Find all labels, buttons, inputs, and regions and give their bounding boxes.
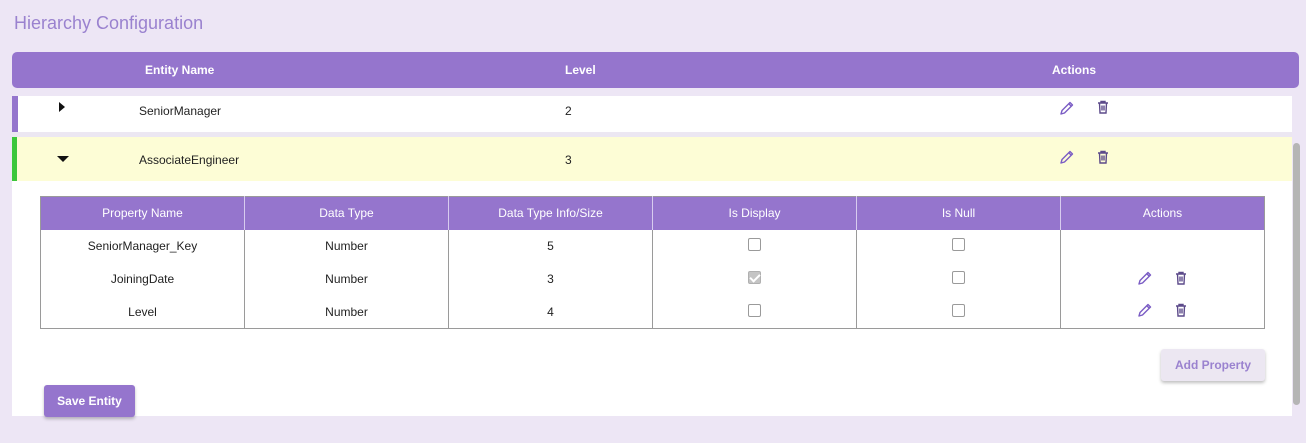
pencil-icon[interactable]: [1137, 270, 1153, 286]
entity-row[interactable]: SeniorManager 2: [12, 96, 1292, 132]
property-size: 3: [448, 262, 653, 296]
header-level: Level: [565, 63, 596, 77]
col-is-null: Is Null: [856, 196, 1061, 230]
entity-table-header: Entity Name Level Actions: [12, 52, 1299, 88]
is-null-cell: [856, 262, 1061, 296]
actions-cell: [1061, 263, 1265, 296]
header-entity-name: Entity Name: [145, 63, 215, 77]
scrollbar-thumb[interactable]: [1293, 143, 1300, 405]
is-null-checkbox[interactable]: [952, 238, 965, 252]
entity-name: AssociateEngineer: [139, 153, 240, 167]
property-type: Number: [244, 262, 449, 296]
caret-right-icon[interactable]: [59, 102, 65, 112]
trash-icon[interactable]: [1095, 99, 1111, 115]
table-row: SeniorManager_Key Number 5: [40, 229, 1265, 263]
add-property-button[interactable]: Add Property: [1161, 349, 1265, 381]
is-display-cell: [652, 295, 857, 329]
col-property-name: Property Name: [40, 196, 245, 230]
save-entity-button[interactable]: Save Entity: [44, 385, 135, 417]
trash-icon[interactable]: [1173, 270, 1189, 286]
table-row: JoiningDate Number 3: [40, 262, 1265, 296]
is-null-cell: [856, 295, 1061, 329]
actions-cell: [1061, 230, 1265, 263]
pencil-icon[interactable]: [1059, 100, 1075, 116]
header-actions: Actions: [1052, 63, 1097, 77]
property-size: 4: [448, 295, 653, 329]
col-actions: Actions: [1060, 196, 1265, 230]
is-display-cell: [652, 229, 857, 263]
trash-icon[interactable]: [1095, 149, 1111, 165]
property-name: SeniorManager_Key: [40, 229, 245, 263]
trash-icon[interactable]: [1173, 302, 1189, 318]
property-table: Property Name Data Type Data Type Info/S…: [40, 196, 1265, 329]
is-display-checkbox[interactable]: [748, 238, 761, 252]
property-size: 5: [448, 229, 653, 263]
is-null-cell: [856, 229, 1061, 263]
is-null-checkbox[interactable]: [952, 303, 965, 317]
entity-name: SeniorManager: [139, 104, 222, 118]
property-type: Number: [244, 229, 449, 263]
caret-down-icon[interactable]: [57, 156, 69, 162]
entity-level: 3: [565, 153, 572, 167]
pencil-icon[interactable]: [1059, 149, 1075, 165]
pencil-icon[interactable]: [1137, 302, 1153, 318]
entity-panel: SeniorManager 2 AssociateEngineer 3 Prop…: [12, 96, 1292, 417]
col-data-type: Data Type: [244, 196, 449, 230]
property-type: Number: [244, 295, 449, 329]
is-display-cell: [652, 262, 857, 296]
page-title: Hierarchy Configuration: [14, 13, 204, 33]
entity-level: 2: [565, 104, 572, 118]
is-display-checkbox[interactable]: [748, 303, 761, 317]
col-is-display: Is Display: [652, 196, 857, 230]
property-name: JoiningDate: [40, 262, 245, 296]
is-null-checkbox[interactable]: [952, 271, 965, 285]
property-name: Level: [40, 295, 245, 329]
entity-row-expanded[interactable]: AssociateEngineer 3: [12, 137, 1292, 181]
table-row: Level Number 4: [40, 295, 1265, 329]
col-data-type-info: Data Type Info/Size: [448, 196, 653, 230]
actions-cell: [1061, 296, 1265, 329]
is-display-checkbox[interactable]: [748, 271, 761, 285]
